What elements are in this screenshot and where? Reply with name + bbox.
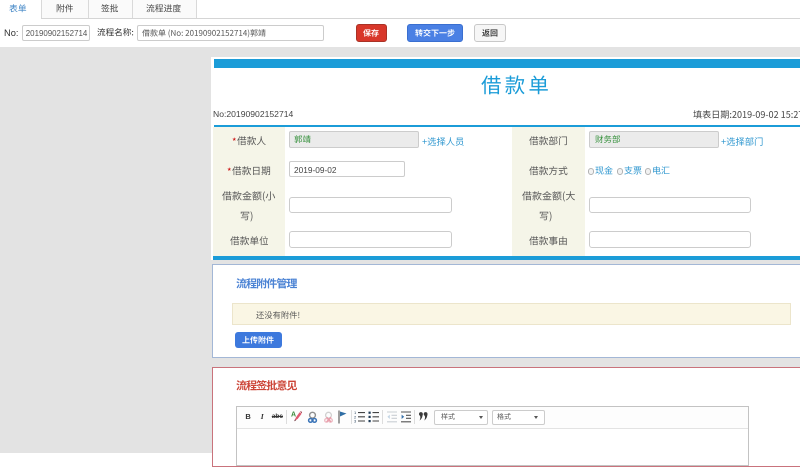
svg-text:A: A	[291, 412, 296, 419]
svg-text:3: 3	[354, 419, 357, 423]
